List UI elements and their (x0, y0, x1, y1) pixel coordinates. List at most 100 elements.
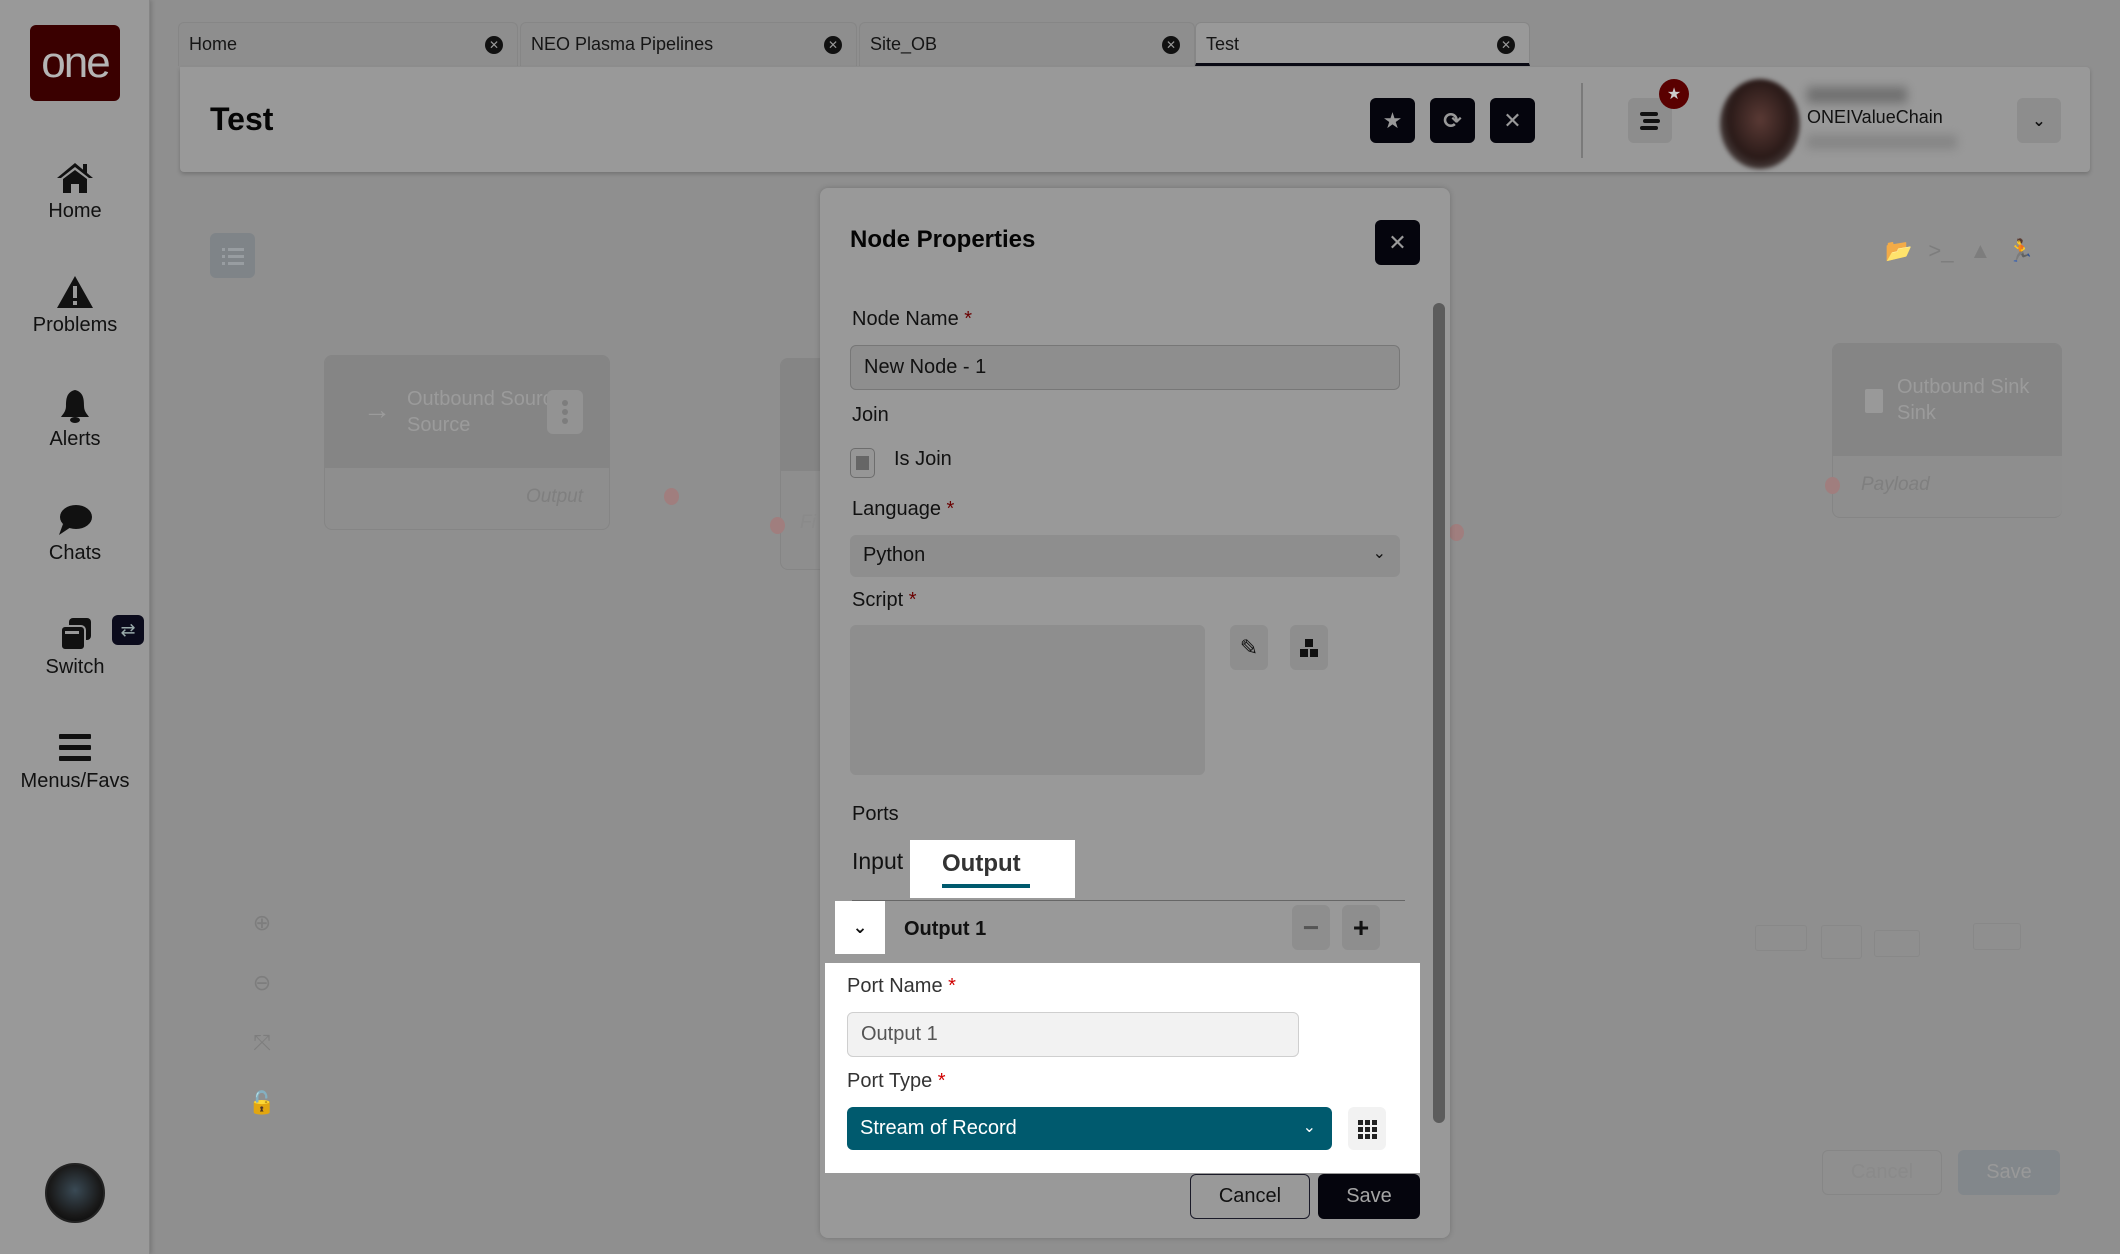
home-icon (0, 160, 150, 196)
chevron-down-icon: ⌄ (2032, 112, 2046, 130)
sidebar-item-label: Switch (45, 656, 105, 678)
refresh-icon: ⟳ (1443, 107, 1462, 133)
dialog-title: Node Properties (850, 226, 1036, 253)
user-menu-dropdown[interactable]: ⌄ (2017, 98, 2061, 143)
sidebar: one Home Problems Alerts Chats Switch ⇄ … (0, 0, 150, 1254)
run-icon[interactable]: 🏃 (2007, 238, 2034, 264)
cubes-icon (1300, 638, 1318, 657)
active-tab-underline (942, 884, 1030, 888)
ghost-field (1821, 925, 1862, 959)
user-avatar[interactable] (1720, 79, 1800, 169)
edit-script-button[interactable]: ✎ (1230, 625, 1268, 670)
grid-icon (1358, 1119, 1377, 1139)
ports-tab-input[interactable]: Input (852, 848, 903, 875)
remove-port-button[interactable]: − (1292, 905, 1330, 950)
canvas-node-outbound-sink[interactable]: Outbound Sink Sink Payload (1832, 343, 2062, 518)
port-type-grid-button[interactable] (1348, 1107, 1386, 1150)
node-name-label: Node Name * (852, 308, 973, 330)
fit-screen-icon[interactable]: ⤧ (242, 1013, 282, 1073)
ports-divider (852, 900, 1405, 901)
background-save-button[interactable]: Save (1958, 1150, 2060, 1195)
app-logo[interactable]: one (30, 25, 120, 101)
assistant-avatar[interactable] (45, 1163, 105, 1223)
input-port-dot[interactable] (1825, 477, 1840, 494)
menu-icon (1640, 111, 1660, 130)
tab-label: Site_OB (870, 34, 938, 54)
folder-open-icon[interactable]: 📂 (1885, 238, 1912, 264)
dialog-close-button[interactable]: ✕ (1375, 220, 1420, 265)
hamburger-icon (0, 730, 150, 766)
dialog-scrollbar[interactable] (1433, 303, 1445, 1123)
port-name-label: Port Name * (847, 975, 956, 997)
favorite-button[interactable]: ★ (1370, 98, 1415, 143)
ports-tab-output[interactable]: Output (910, 840, 1075, 898)
user-name-redacted (1807, 87, 1907, 103)
sidebar-item-label: Chats (48, 542, 102, 564)
node-title: Outbound Sink Sink (1897, 376, 2030, 424)
sidebar-item-home[interactable]: Home (0, 160, 150, 223)
page-title: Test (210, 101, 274, 137)
language-value: Python (863, 544, 926, 566)
sidebar-item-label: Menus/Favs (20, 770, 130, 792)
port-name-input[interactable]: Output 1 (847, 1012, 1299, 1057)
join-label: Join (852, 404, 889, 426)
canvas-node-middle[interactable] (780, 358, 820, 570)
switch-badge[interactable]: ⇄ (112, 615, 144, 645)
close-icon[interactable]: ✕ (1497, 36, 1515, 54)
canvas-node-outbound-source[interactable]: → Outbound Source Source Output (324, 355, 610, 530)
star-icon: ★ (1382, 107, 1403, 133)
ghost-field (1973, 923, 2021, 950)
sidebar-item-alerts[interactable]: Alerts (0, 388, 150, 451)
tab-test[interactable]: Test ✕ (1195, 22, 1530, 66)
packages-button[interactable] (1290, 625, 1328, 670)
minus-icon: − (1302, 911, 1320, 943)
sidebar-item-problems[interactable]: Problems (0, 274, 150, 337)
collapse-port-button[interactable]: ⌄ (835, 901, 885, 954)
warning-icon (0, 274, 150, 310)
tab-site-ob[interactable]: Site_OB ✕ (859, 22, 1195, 66)
close-icon: ✕ (1388, 229, 1407, 255)
close-icon[interactable]: ✕ (485, 36, 503, 54)
sidebar-item-chats[interactable]: Chats (0, 502, 150, 565)
swap-icon: ⇄ (120, 619, 136, 640)
save-button[interactable]: Save (1318, 1174, 1420, 1219)
node-properties-dialog: Node Properties ✕ Node Name * New Node -… (820, 188, 1450, 1238)
output-port-dot[interactable] (1449, 524, 1464, 541)
zoom-out-icon[interactable]: ⊖ (242, 953, 282, 1013)
list-view-button[interactable] (210, 233, 255, 278)
node-menu-button[interactable] (547, 390, 583, 434)
close-icon[interactable]: ✕ (1162, 36, 1180, 54)
refresh-button[interactable]: ⟳ (1430, 98, 1475, 143)
close-icon: ✕ (1503, 107, 1522, 133)
output-port-dot[interactable] (664, 488, 679, 505)
cancel-button[interactable]: Cancel (1190, 1174, 1310, 1219)
user-role-redacted (1807, 135, 1957, 149)
terminal-icon[interactable]: >_ (1928, 238, 1953, 264)
node-name-input[interactable]: New Node - 1 (850, 345, 1400, 390)
is-join-checkbox[interactable] (850, 448, 875, 478)
sidebar-item-menus-favs[interactable]: Menus/Favs (0, 730, 150, 793)
close-page-button[interactable]: ✕ (1490, 98, 1535, 143)
node-port-label: Payload (1861, 474, 1930, 495)
pencil-icon: ✎ (1239, 634, 1259, 660)
language-select[interactable]: Python ⌄ (850, 535, 1400, 577)
mountain-icon[interactable]: ▲ (1970, 238, 1992, 264)
zoom-in-icon[interactable]: ⊕ (242, 893, 282, 953)
script-editor[interactable] (850, 625, 1205, 775)
background-cancel-button[interactable]: Cancel (1822, 1150, 1942, 1195)
sidebar-item-label: Home (48, 200, 102, 222)
close-icon[interactable]: ✕ (824, 36, 842, 54)
tab-home[interactable]: Home ✕ (178, 22, 518, 66)
unlock-icon[interactable]: 🔓 (242, 1073, 282, 1133)
sink-icon (1865, 389, 1883, 413)
node-title: Outbound Source Source (407, 388, 564, 436)
chevron-down-icon: ⌄ (1372, 545, 1386, 562)
add-port-button[interactable]: + (1342, 905, 1380, 950)
input-port-dot[interactable] (770, 517, 785, 534)
bell-icon (0, 388, 150, 424)
tab-neo-plasma-pipelines[interactable]: NEO Plasma Pipelines ✕ (520, 22, 857, 66)
chevron-down-icon: ⌄ (1302, 1119, 1316, 1136)
node-port-label: Fi (800, 512, 816, 533)
port-type-value: Stream of Record (860, 1117, 1017, 1139)
port-type-select[interactable]: Stream of Record ⌄ (847, 1107, 1332, 1150)
